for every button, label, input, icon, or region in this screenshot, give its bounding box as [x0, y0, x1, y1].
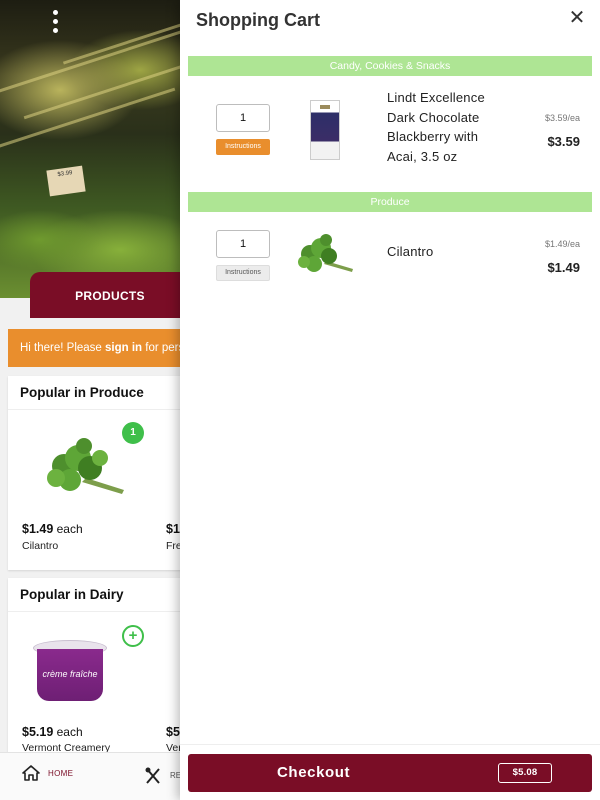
fork-spoon-icon	[145, 767, 160, 784]
nav-home-label: HOME	[48, 768, 74, 778]
quantity-input[interactable]: 1	[216, 104, 270, 132]
nav-home[interactable]: HOME	[22, 765, 73, 781]
category-header-candy: Candy, Cookies & Snacks	[188, 56, 592, 76]
price-tag-text: $3.99	[57, 170, 73, 179]
instructions-button[interactable]: Instructions	[216, 139, 270, 155]
checkout-bar: Checkout $5.08	[180, 744, 600, 800]
signin-banner-prefix: Hi there! Please	[20, 342, 106, 354]
signin-link[interactable]: sign in	[105, 342, 142, 354]
quantity-input[interactable]: 1	[216, 230, 270, 258]
line-price: $1.49	[547, 260, 580, 275]
popular-produce-title: Popular in Produce	[8, 376, 208, 410]
unit-price: $1.49/ea	[544, 239, 580, 249]
cilantro-product-image[interactable]	[296, 234, 356, 278]
dairy-item-price: $5.19 each	[22, 725, 83, 739]
produce-item-price: $1.49 each	[22, 522, 83, 536]
nav-recipes[interactable]: RE	[144, 767, 181, 790]
checkout-label: Checkout	[277, 764, 351, 781]
cart-header: Shopping Cart ✕	[180, 0, 600, 40]
home-icon	[22, 765, 40, 781]
more-options-icon[interactable]	[51, 10, 59, 36]
tub-label: crème fraîche	[37, 649, 103, 701]
signin-banner[interactable]: Hi there! Please sign in for perso	[8, 329, 208, 367]
price-tag-image: $3.99	[46, 165, 86, 197]
dairy-next-price: $5	[166, 725, 180, 739]
chocolate-product-image[interactable]	[310, 100, 340, 160]
cart-item-name[interactable]: Cilantro	[387, 242, 433, 262]
creme-fraiche-product-image[interactable]: crème fraîche	[33, 640, 107, 704]
instructions-button[interactable]: Instructions	[216, 265, 270, 281]
close-icon[interactable]: ✕	[565, 6, 589, 30]
unit-price: $3.59/ea	[544, 113, 580, 123]
cart-title: Shopping Cart	[196, 10, 320, 30]
cilantro-product-image[interactable]	[42, 438, 128, 502]
checkout-total-badge: $5.08	[498, 763, 552, 783]
add-to-cart-button[interactable]: +	[122, 625, 144, 647]
produce-next-price: $1	[166, 522, 180, 536]
products-tab[interactable]: PRODUCTS	[30, 272, 190, 318]
line-price: $3.59	[547, 134, 580, 149]
cart-item-name[interactable]: Lindt Excellence Dark Chocolate Blackber…	[387, 88, 485, 166]
checkout-button[interactable]: Checkout $5.08	[188, 754, 592, 792]
popular-dairy-title: Popular in Dairy	[8, 578, 208, 612]
produce-item-name[interactable]: Cilantro	[22, 540, 58, 552]
category-header-produce: Produce	[188, 192, 592, 212]
shopping-cart-drawer: Shopping Cart ✕ Candy, Cookies & Snacks …	[180, 0, 600, 800]
